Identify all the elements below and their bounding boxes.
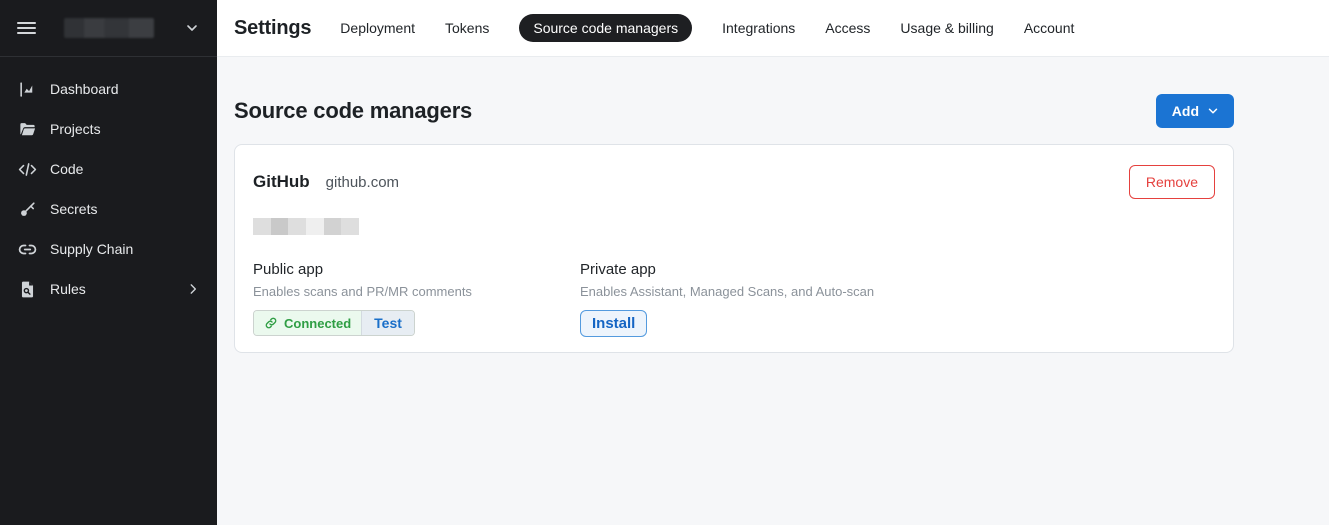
sidebar-item-code[interactable]: Code [0,149,217,189]
public-app-actions: Connected Test [253,310,580,336]
menu-icon[interactable] [17,22,36,34]
tab-access[interactable]: Access [825,14,870,42]
org-detail-redacted [253,218,359,235]
tab-tokens[interactable]: Tokens [445,14,489,42]
settings-title: Settings [234,17,311,40]
settings-header: Settings Deployment Tokens Source code m… [217,0,1329,57]
tab-source-code-managers[interactable]: Source code managers [519,14,692,42]
sidebar-item-dashboard[interactable]: Dashboard [0,69,217,109]
private-app-section: Private app Enables Assistant, Managed S… [580,261,907,336]
scm-domain: github.com [326,174,399,191]
sidebar-item-label: Rules [50,281,86,297]
sidebar-header [0,0,217,57]
sidebar-item-secrets[interactable]: Secrets [0,189,217,229]
key-icon [17,199,37,219]
sidebar-item-label: Supply Chain [50,241,133,257]
chevron-right-icon [186,282,200,296]
private-app-description: Enables Assistant, Managed Scans, and Au… [580,284,907,299]
remove-button[interactable]: Remove [1129,165,1215,199]
sidebar-nav: Dashboard Projects Code Secrets Supply C… [0,57,217,309]
main-content: Source code managers Add GitHub github.c… [217,57,1329,525]
tab-integrations[interactable]: Integrations [722,14,795,42]
public-app-title: Public app [253,261,580,278]
rules-doc-icon [17,279,37,299]
link-icon [264,316,278,330]
add-button-label: Add [1172,103,1199,119]
sidebar-item-projects[interactable]: Projects [0,109,217,149]
sidebar-item-supply-chain[interactable]: Supply Chain [0,229,217,269]
private-app-actions: Install [580,310,907,336]
org-name-redacted [64,18,154,38]
tab-usage-billing[interactable]: Usage & billing [900,14,993,42]
dashboard-icon [17,79,37,99]
install-button[interactable]: Install [580,310,647,337]
sidebar-item-rules[interactable]: Rules [0,269,217,309]
apps-row: Public app Enables scans and PR/MR comme… [253,261,1215,336]
status-badge-label: Connected [284,316,351,331]
page-head: Source code managers Add [234,94,1234,128]
page-title: Source code managers [234,98,472,124]
settings-tabs: Deployment Tokens Source code managers I… [340,14,1074,42]
chevron-down-icon [1206,104,1220,118]
scm-card-github: GitHub github.com Remove Public app Enab… [234,144,1234,353]
sidebar-item-label: Code [50,161,83,177]
tab-account[interactable]: Account [1024,14,1075,42]
sidebar-item-label: Dashboard [50,81,119,97]
status-badge: Connected [254,311,361,335]
add-button[interactable]: Add [1156,94,1234,128]
public-app-section: Public app Enables scans and PR/MR comme… [253,261,580,336]
public-app-description: Enables scans and PR/MR comments [253,284,580,299]
chain-icon [17,239,37,259]
tab-deployment[interactable]: Deployment [340,14,415,42]
scm-name: GitHub [253,172,310,192]
sidebar-item-label: Secrets [50,201,97,217]
folder-icon [17,119,37,139]
test-button[interactable]: Test [361,311,414,335]
code-icon [17,159,37,179]
sidebar-item-label: Projects [50,121,101,137]
right-pane: Settings Deployment Tokens Source code m… [217,0,1329,525]
scm-card-header: GitHub github.com Remove [253,165,1215,199]
chevron-down-icon[interactable] [184,20,200,36]
connected-badge-group: Connected Test [253,310,415,336]
sidebar: Dashboard Projects Code Secrets Supply C… [0,0,217,525]
private-app-title: Private app [580,261,907,278]
